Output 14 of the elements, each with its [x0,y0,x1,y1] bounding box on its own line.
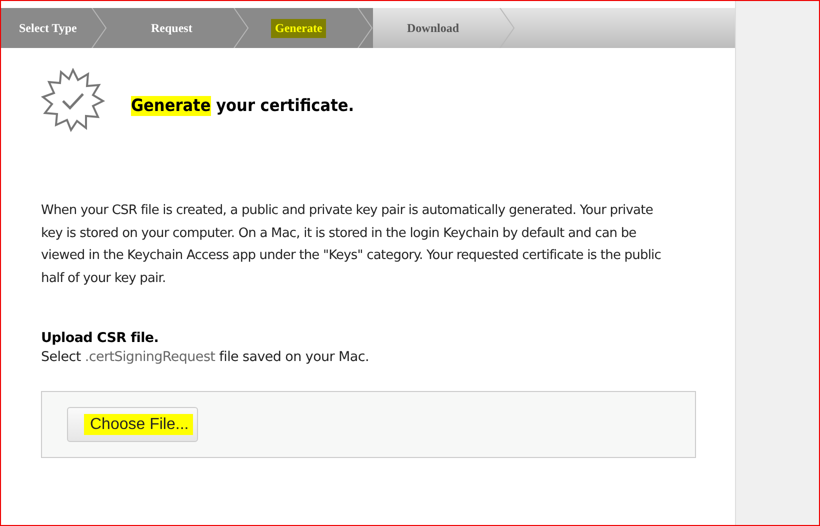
page-heading: Generate your certificate. [131,96,354,116]
chevron-icon [357,8,373,48]
step-tab[interactable]: Download [373,8,515,48]
description-text: When your CSR file is created, a public and private key pair is automatically generated. Your private key is stored on your computer. On a Mac, it is stored in the login Keychain by default and can be viewed in the Keychain Access app under the "Keys" category. Your requested certificate is the public half of your key pair. [41,202,662,288]
step-tab[interactable]: Select Type [1,8,107,48]
upload-title: Upload CSR file. [41,330,160,346]
chevron-icon [91,8,107,48]
step-tab[interactable]: Request [107,8,249,48]
chevron-icon [499,8,515,48]
certificate-check-icon [41,68,105,132]
choose-file-button[interactable]: Choose File... [67,407,198,442]
chevron-icon [233,8,249,48]
step-tab[interactable]: Generate [249,8,373,48]
upload-instruction: Select .certSigningRequest file saved on your Mac. [41,349,370,365]
